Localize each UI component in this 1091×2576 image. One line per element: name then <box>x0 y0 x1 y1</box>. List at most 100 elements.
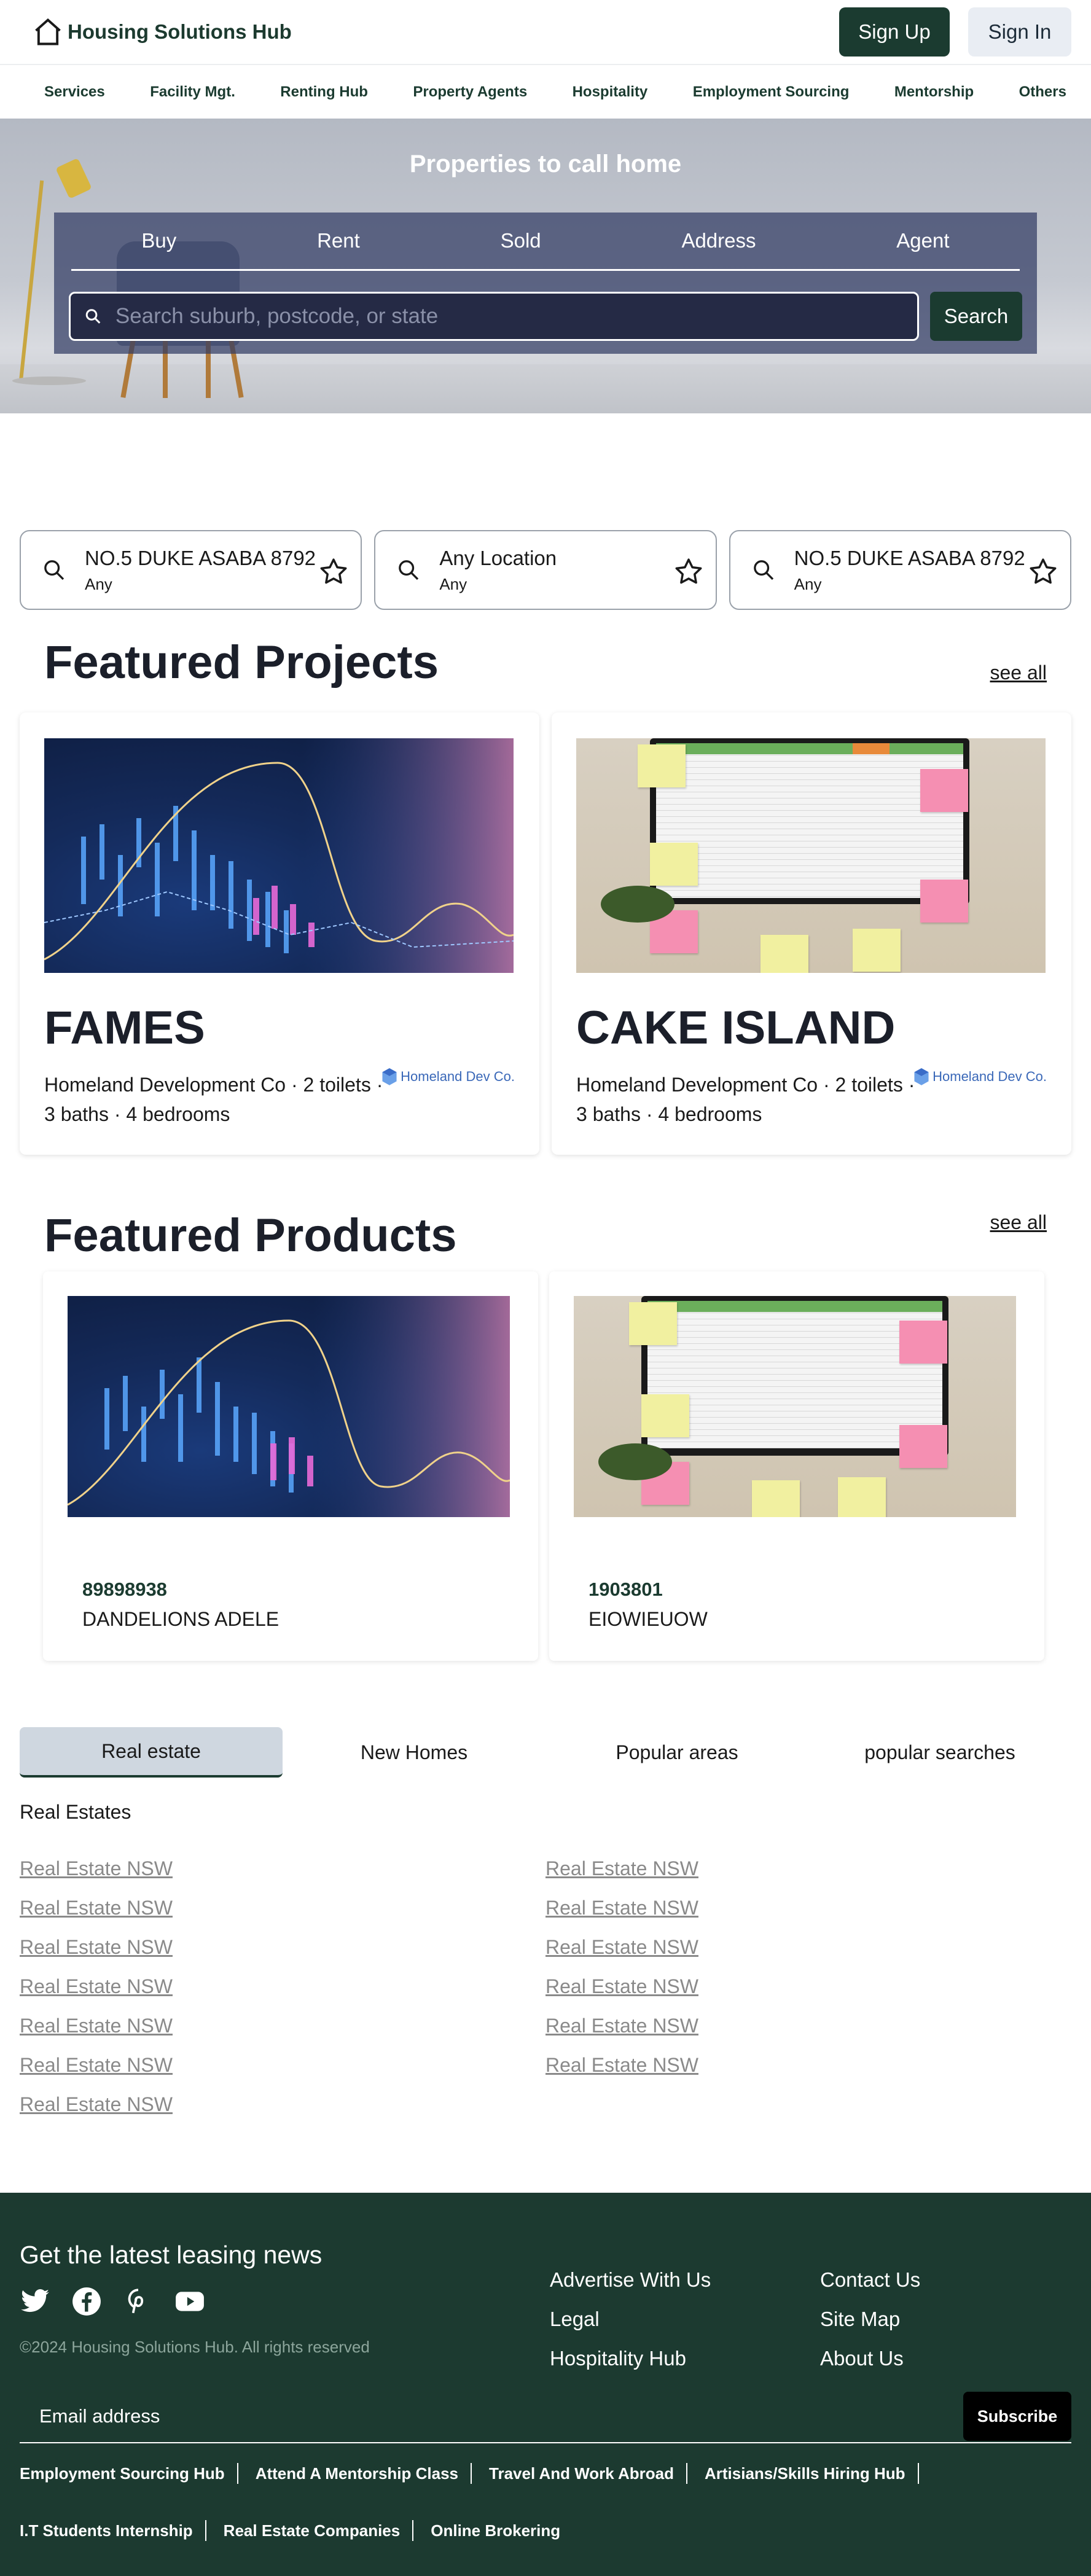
real-estate-link[interactable]: Real Estate NSW <box>20 1927 173 1967</box>
hero-banner: Properties to call home Buy Rent Sold Ad… <box>0 119 1091 413</box>
real-estate-link[interactable]: Real Estate NSW <box>546 1888 698 1927</box>
newsletter-form: Subscribe <box>20 2391 1071 2443</box>
real-estate-links-col2: Real Estate NSW Real Estate NSW Real Est… <box>546 1849 698 2085</box>
nav-item-facility[interactable]: Facility Mgt. <box>150 84 235 101</box>
nav-item-property-agents[interactable]: Property Agents <box>413 84 527 101</box>
spreadsheet-screen <box>656 743 963 898</box>
star-icon[interactable] <box>1027 556 1059 588</box>
tab-buy[interactable]: Buy <box>141 229 176 252</box>
saved-search-sub: Any <box>794 574 822 593</box>
nav-item-services[interactable]: Services <box>44 84 105 101</box>
spreadsheet-header <box>656 743 963 754</box>
sticky-note <box>641 1394 689 1437</box>
footer-bottom-link[interactable]: Online Brokering <box>431 2521 560 2540</box>
lamp-base <box>12 377 86 385</box>
link-separator <box>917 2463 919 2484</box>
real-estate-link[interactable]: Real Estate NSW <box>20 2006 173 2045</box>
tab-new-homes[interactable]: New Homes <box>283 1727 546 1778</box>
twitter-icon[interactable] <box>20 2286 50 2317</box>
footer-bottom-links-row1: Employment Sourcing Hub Attend A Mentors… <box>20 2463 936 2484</box>
search-panel: Buy Rent Sold Address Agent Search <box>54 213 1037 354</box>
project-card[interactable]: CAKE ISLAND Homeland Development Co · 2 … <box>552 712 1071 1155</box>
real-estate-link[interactable]: Real Estate NSW <box>20 2045 173 2085</box>
saved-search-card[interactable]: Any Location Any <box>374 530 717 610</box>
search-input[interactable] <box>115 304 917 329</box>
subscribe-button[interactable]: Subscribe <box>963 2392 1071 2441</box>
project-info: Homeland Development Co · 2 toilets · 3 … <box>576 1070 939 1129</box>
nav-item-mentorship[interactable]: Mentorship <box>894 84 974 101</box>
category-tabs: Real estate New Homes Popular areas popu… <box>20 1727 1071 1778</box>
star-icon[interactable] <box>318 556 350 588</box>
project-card[interactable]: FAMES Homeland Development Co · 2 toilet… <box>20 712 539 1155</box>
saved-search-card[interactable]: NO.5 DUKE ASABA 8792 Any <box>20 530 362 610</box>
products-see-all-link[interactable]: see all <box>990 1211 1047 1234</box>
footer-bottom-link[interactable]: Attend A Mentorship Class <box>256 2464 458 2483</box>
spreadsheet-screen <box>647 1301 942 1448</box>
developer-logo-text: Homeland Dev Co. <box>401 1069 515 1084</box>
sticky-note <box>638 744 686 787</box>
saved-search-sub: Any <box>439 574 467 593</box>
real-estate-link[interactable]: Real Estate NSW <box>20 1888 173 1927</box>
project-info-line: Homeland Development Co · 2 toilets · <box>576 1074 915 1096</box>
search-tabs: Buy Rent Sold Address Agent <box>71 213 1020 271</box>
pinterest-icon[interactable] <box>123 2286 154 2317</box>
brand-logo[interactable]: Housing Solutions Hub <box>32 16 292 48</box>
tab-real-estate[interactable]: Real estate <box>20 1727 283 1778</box>
sticky-note <box>920 880 968 923</box>
youtube-icon[interactable] <box>174 2286 205 2317</box>
real-estate-link[interactable]: Real Estate NSW <box>546 2006 698 2045</box>
projects-see-all-link[interactable]: see all <box>990 662 1047 684</box>
nav-item-renting-hub[interactable]: Renting Hub <box>280 84 368 101</box>
real-estate-link[interactable]: Real Estate NSW <box>20 1849 173 1888</box>
footer-bottom-link[interactable]: Employment Sourcing Hub <box>20 2464 225 2483</box>
project-image <box>44 738 514 973</box>
sign-up-button[interactable]: Sign Up <box>839 7 950 57</box>
real-estate-link[interactable]: Real Estate NSW <box>546 1927 698 1967</box>
home-icon <box>35 18 61 45</box>
project-image <box>576 738 1046 973</box>
developer-logo-text: Homeland Dev Co. <box>933 1069 1047 1084</box>
tab-popular-areas[interactable]: Popular areas <box>546 1727 808 1778</box>
saved-search-card[interactable]: NO.5 DUKE ASABA 8792 Any <box>729 530 1071 610</box>
nav-item-hospitality[interactable]: Hospitality <box>573 84 648 101</box>
sticky-note <box>920 769 968 812</box>
footer-bottom-link[interactable]: Artisians/Skills Hiring Hub <box>705 2464 905 2483</box>
real-estate-link[interactable]: Real Estate NSW <box>546 1849 698 1888</box>
site-footer: Get the latest leasing news ©2024 Housin… <box>0 2193 1091 2576</box>
footer-bottom-link[interactable]: Real Estate Companies <box>224 2521 401 2540</box>
star-icon[interactable] <box>673 556 705 588</box>
tab-address[interactable]: Address <box>681 229 756 252</box>
saved-search-sub: Any <box>85 574 112 593</box>
product-card[interactable]: 89898938 DANDELIONS ADELE <box>43 1271 538 1661</box>
featured-projects-title: Featured Projects <box>44 636 439 689</box>
saved-search-title: Any Location <box>439 546 557 569</box>
tab-popular-searches[interactable]: popular searches <box>808 1727 1071 1778</box>
tab-agent[interactable]: Agent <box>896 229 949 252</box>
plant <box>601 886 675 923</box>
search-icon <box>85 309 101 324</box>
sign-in-button[interactable]: Sign In <box>968 7 1071 57</box>
real-estate-link[interactable]: Real Estate NSW <box>20 1967 173 2006</box>
search-button[interactable]: Search <box>930 292 1022 341</box>
facebook-icon[interactable] <box>71 2286 102 2317</box>
project-info-line: 3 baths · 4 bedrooms <box>44 1103 230 1125</box>
real-estate-link[interactable]: Real Estate NSW <box>546 1967 698 2006</box>
footer-bottom-link[interactable]: I.T Students Internship <box>20 2521 193 2540</box>
footer-link[interactable]: Hospitality Hub <box>550 2339 711 2378</box>
footer-bottom-links-row2: I.T Students Internship Real Estate Comp… <box>20 2520 560 2541</box>
link-separator <box>237 2463 238 2484</box>
footer-bottom-link[interactable]: Travel And Work Abroad <box>489 2464 674 2483</box>
email-field[interactable] <box>39 2405 776 2427</box>
nav-item-others[interactable]: Others <box>1019 84 1066 101</box>
footer-link[interactable]: Advertise With Us <box>550 2260 711 2300</box>
footer-link[interactable]: Legal <box>550 2300 711 2339</box>
tab-rent[interactable]: Rent <box>317 229 360 252</box>
tab-sold[interactable]: Sold <box>501 229 541 252</box>
real-estate-link[interactable]: Real Estate NSW <box>546 2045 698 2085</box>
footer-link[interactable]: About Us <box>820 2339 920 2378</box>
product-card[interactable]: 1903801 EIOWIEUOW <box>549 1271 1044 1661</box>
real-estate-link[interactable]: Real Estate NSW <box>20 2085 173 2124</box>
footer-link[interactable]: Site Map <box>820 2300 920 2339</box>
nav-item-employment[interactable]: Employment Sourcing <box>693 84 850 101</box>
footer-link[interactable]: Contact Us <box>820 2260 920 2300</box>
